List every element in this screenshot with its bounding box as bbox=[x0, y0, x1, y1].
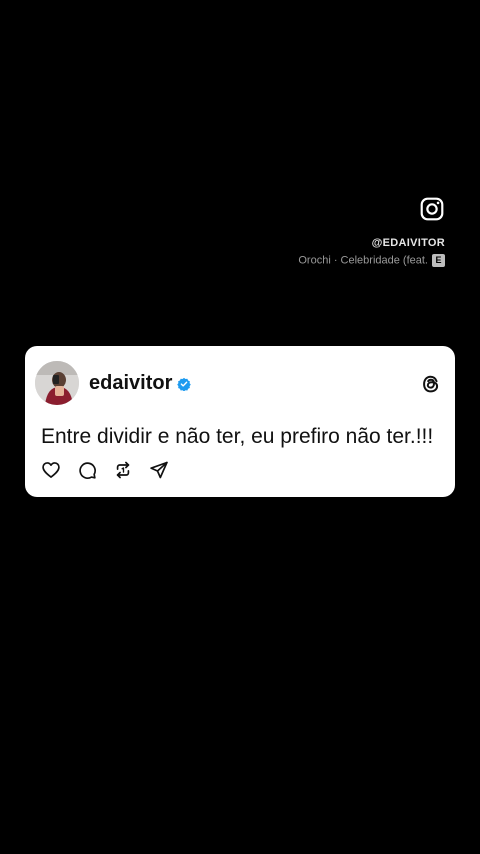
post-actions bbox=[41, 460, 169, 480]
username-row: edaivitor bbox=[89, 372, 192, 395]
threads-post-card: edaivitor Entre dividir e não ter, eu pr… bbox=[25, 346, 455, 497]
repost-icon[interactable] bbox=[113, 460, 133, 480]
explicit-badge: E bbox=[432, 254, 445, 267]
music-title: Orochi · Celebridade (feat. bbox=[298, 254, 428, 267]
avatar[interactable] bbox=[35, 361, 79, 405]
post-text: Entre dividir e não ter, eu prefiro não … bbox=[41, 425, 434, 448]
comment-icon[interactable] bbox=[77, 460, 97, 480]
avatar-photo bbox=[35, 361, 79, 405]
instagram-handle: @EDAIVITOR bbox=[371, 237, 445, 249]
verified-badge-icon bbox=[177, 377, 192, 391]
share-icon[interactable] bbox=[149, 460, 169, 480]
username[interactable]: edaivitor bbox=[89, 372, 172, 395]
heart-icon[interactable] bbox=[41, 460, 61, 480]
music-label: Orochi · Celebridade (feat. E bbox=[225, 254, 445, 267]
instagram-icon bbox=[420, 197, 444, 221]
threads-icon[interactable] bbox=[419, 372, 443, 396]
instagram-watermark: @EDAIVITOR Orochi · Celebridade (feat. E bbox=[225, 196, 445, 267]
